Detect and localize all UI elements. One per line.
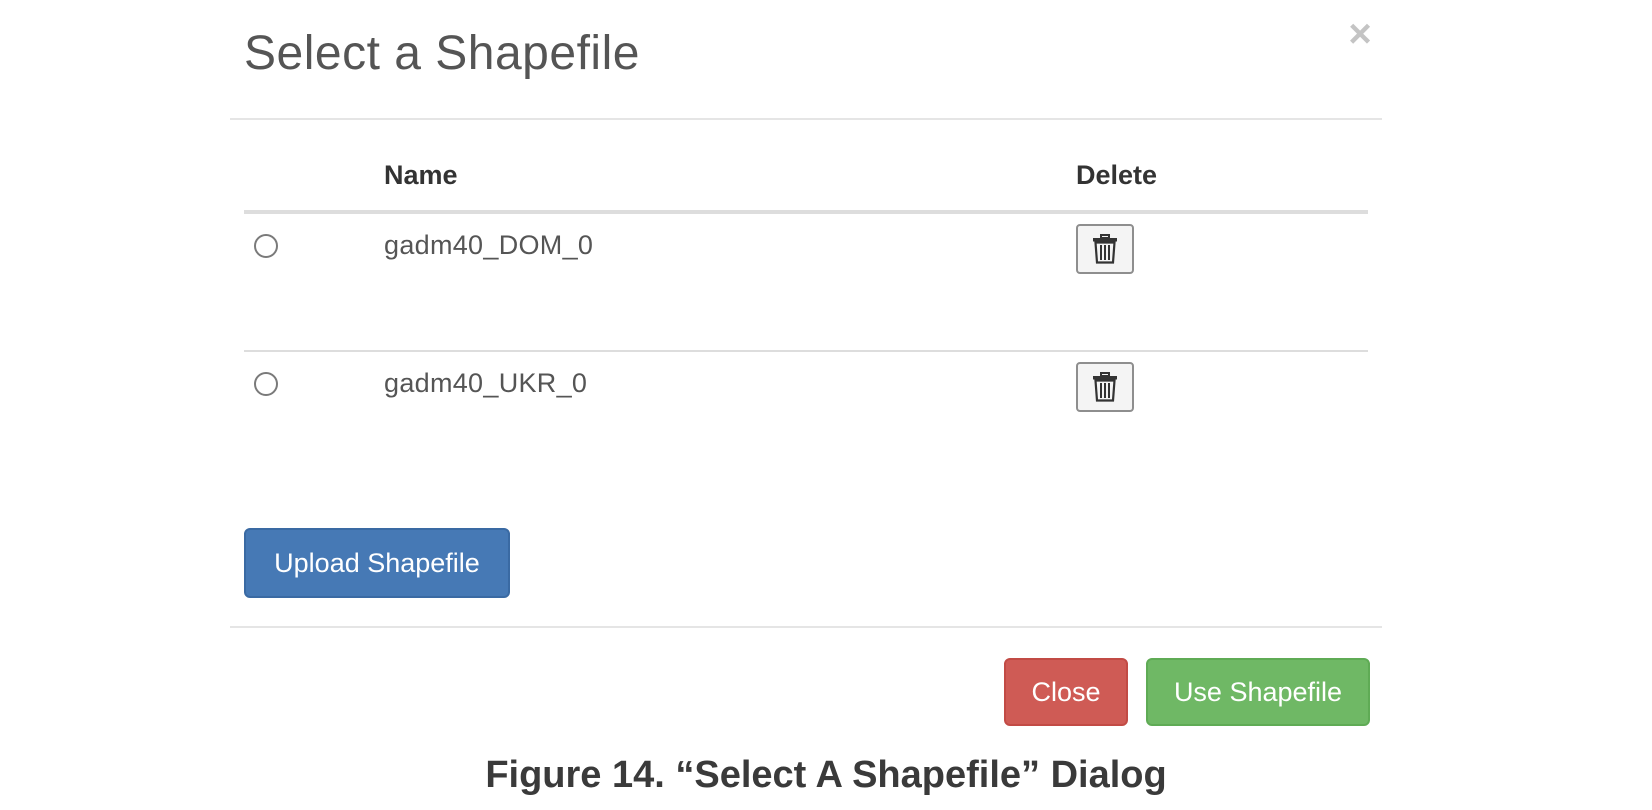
figure-caption: Figure 14. “Select A Shapefile” Dialog [485,754,1167,796]
dialog-header: Select a Shapefile × [230,0,1382,120]
dialog-footer-divider [230,626,1382,629]
shapefile-name: gadm40_DOM_0 [384,230,594,260]
use-shapefile-button[interactable]: Use Shapefile [1146,658,1370,726]
trash-icon [1093,372,1117,402]
select-shapefile-dialog: Select a Shapefile × Name Delete gadm40_… [230,0,1382,760]
table-header: Name Delete [244,150,1368,214]
row-select-radio[interactable] [254,234,278,258]
table-row: gadm40_UKR_0 [244,352,1368,488]
close-icon[interactable]: × [1342,14,1378,54]
shapefile-table: Name Delete gadm40_DOM_0 gadm40_UKR_0 [244,150,1368,488]
table-row: gadm40_DOM_0 [244,214,1368,352]
dialog-title: Select a Shapefile [244,27,640,80]
column-header-delete: Delete [1076,160,1158,190]
delete-button[interactable] [1076,224,1134,274]
row-select-radio[interactable] [254,372,278,396]
delete-button[interactable] [1076,362,1134,412]
close-button[interactable]: Close [1004,658,1128,726]
upload-shapefile-button[interactable]: Upload Shapefile [244,528,510,598]
shapefile-name: gadm40_UKR_0 [384,368,588,398]
column-header-name: Name [384,160,458,190]
trash-icon [1093,234,1117,264]
